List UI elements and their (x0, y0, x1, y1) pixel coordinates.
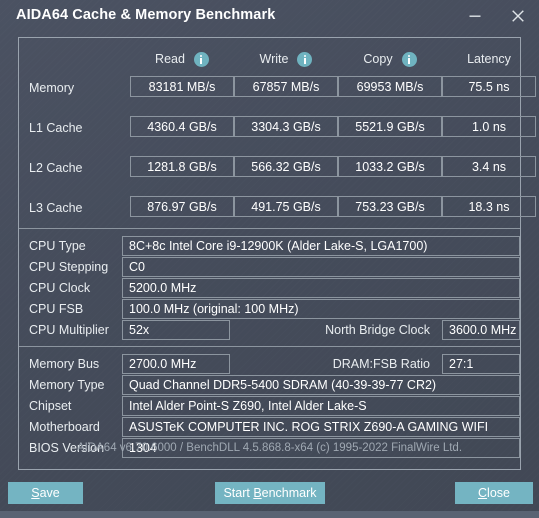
start-benchmark-button[interactable]: Start Benchmark (215, 482, 325, 504)
aida64-benchmark-window: AIDA64 Cache & Memory Benchmark Read Wri… (0, 0, 539, 518)
section-divider-memory (19, 346, 520, 347)
chipset-label: Chipset (29, 399, 72, 413)
benchmark-cell-l3-copy: 753.23 GB/s (338, 196, 442, 217)
cpu-type-value: 8C+8c Intel Core i9-12900K (Alder Lake-S… (122, 236, 520, 256)
status-bar (0, 511, 539, 518)
benchmark-cell-l1-write: 3304.3 GB/s (234, 116, 338, 137)
close-button[interactable] (498, 0, 538, 32)
memory-bus-label: Memory Bus (29, 357, 100, 371)
chipset-value: Intel Alder Point-S Z690, Intel Alder La… (122, 396, 520, 416)
column-header-copy-label: Copy (363, 52, 393, 66)
save-button-label: Save (31, 486, 60, 500)
column-header-read: Read (130, 50, 234, 68)
benchmark-cell-l2-write: 566.32 GB/s (234, 156, 338, 177)
cpu-fsb-value: 100.0 MHz (original: 100 MHz) (122, 299, 520, 319)
benchmark-cell-memory-latency: 75.5 ns (442, 76, 536, 97)
cpu-stepping-value: C0 (122, 257, 520, 277)
info-icon-copy[interactable] (401, 51, 417, 67)
start-benchmark-button-label: Start Benchmark (223, 486, 317, 500)
benchmark-cell-l2-read: 1281.8 GB/s (130, 156, 234, 177)
benchmark-cell-l3-latency: 18.3 ns (442, 196, 536, 217)
dram-fsb-ratio-value: 27:1 (442, 354, 520, 374)
save-button[interactable]: Save (8, 482, 83, 504)
column-header-copy: Copy (338, 50, 442, 68)
benchmark-cell-l1-latency: 1.0 ns (442, 116, 536, 137)
column-header-write: Write (234, 50, 338, 68)
cpu-multiplier-label: CPU Multiplier (29, 323, 109, 337)
north-bridge-clock-label: North Bridge Clock (325, 323, 430, 337)
benchmark-cell-l1-read: 4360.4 GB/s (130, 116, 234, 137)
main-panel: Read Write Copy Latency Memory 83181 MB/… (18, 37, 536, 470)
benchmark-row-label-l3-cache: L3 Cache (29, 201, 83, 215)
cpu-type-label: CPU Type (29, 239, 86, 253)
close-dialog-button-label: Close (478, 486, 510, 500)
cpu-multiplier-value: 52x (122, 320, 230, 340)
motherboard-label: Motherboard (29, 420, 100, 434)
benchmark-cell-l2-latency: 3.4 ns (442, 156, 536, 177)
benchmark-results-grid: Read Write Copy Latency Memory 83181 MB/… (19, 38, 536, 228)
column-header-latency: Latency (442, 50, 536, 68)
title-bar: AIDA64 Cache & Memory Benchmark (0, 0, 539, 34)
close-icon (512, 10, 524, 22)
benchmark-cell-l3-read: 876.97 GB/s (130, 196, 234, 217)
memory-type-label: Memory Type (29, 378, 105, 392)
cpu-clock-value: 5200.0 MHz (122, 278, 520, 298)
benchmark-row-label-l2-cache: L2 Cache (29, 161, 83, 175)
benchmark-cell-memory-copy: 69953 MB/s (338, 76, 442, 97)
section-divider-cpu (19, 228, 520, 229)
minimize-icon (469, 15, 481, 17)
memory-type-value: Quad Channel DDR5-5400 SDRAM (40-39-39-7… (122, 375, 520, 395)
benchmark-cell-l3-write: 491.75 GB/s (234, 196, 338, 217)
motherboard-value: ASUSTeK COMPUTER INC. ROG STRIX Z690-A G… (122, 417, 520, 437)
column-header-write-label: Write (259, 52, 289, 66)
copyright-text: AIDA64 v6.70.6000 / BenchDLL 4.5.868.8-x… (76, 442, 463, 454)
north-bridge-clock-value: 3600.0 MHz (442, 320, 520, 340)
benchmark-cell-memory-write: 67857 MB/s (234, 76, 338, 97)
benchmark-cell-l2-copy: 1033.2 GB/s (338, 156, 442, 177)
benchmark-row-label-memory: Memory (29, 81, 75, 95)
window-title: AIDA64 Cache & Memory Benchmark (16, 7, 276, 23)
column-header-read-label: Read (155, 52, 185, 66)
info-icon-write[interactable] (297, 51, 313, 67)
minimize-button[interactable] (455, 0, 495, 32)
close-dialog-button[interactable]: Close (455, 482, 533, 504)
cpu-clock-label: CPU Clock (29, 281, 91, 295)
benchmark-row-label-l1-cache: L1 Cache (29, 121, 83, 135)
benchmark-cell-memory-read: 83181 MB/s (130, 76, 234, 97)
dram-fsb-ratio-label: DRAM:FSB Ratio (332, 357, 430, 371)
cpu-stepping-label: CPU Stepping (29, 260, 109, 274)
column-header-latency-label: Latency (467, 52, 511, 66)
benchmark-cell-l1-copy: 5521.9 GB/s (338, 116, 442, 137)
cpu-fsb-label: CPU FSB (29, 302, 84, 316)
info-icon-read[interactable] (193, 51, 209, 67)
memory-bus-value: 2700.0 MHz (122, 354, 230, 374)
